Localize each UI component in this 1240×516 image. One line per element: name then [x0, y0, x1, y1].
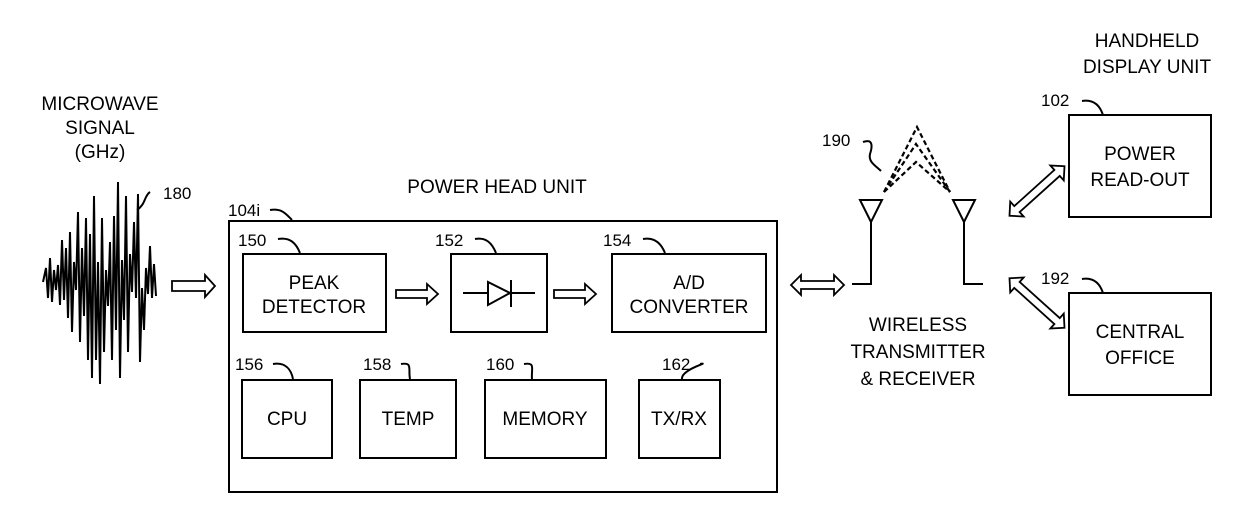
memory-label: MEMORY	[502, 409, 587, 430]
arrow-signal-to-head	[171, 272, 217, 300]
ref-152: 152	[435, 231, 463, 250]
ref-156: 156	[235, 355, 263, 374]
wireless-signal-icon	[883, 124, 951, 193]
ad-converter-line-1: A/D	[673, 273, 705, 294]
wireless-title-line-3: & RECEIVER	[860, 369, 975, 390]
microwave-waveform-icon	[42, 181, 157, 385]
microwave-signal-group: MICROWAVE SIGNAL (GHz) 180	[41, 94, 191, 385]
handheld-display-group: HANDHELD DISPLAY UNIT 102 POWER READ-OUT	[1041, 31, 1212, 218]
antenna-icon-left	[852, 199, 884, 285]
central-office-line-2: OFFICE	[1105, 348, 1175, 369]
wireless-title-line-1: WIRELESS	[869, 315, 967, 336]
handheld-title-line-1: HANDHELD	[1095, 31, 1200, 52]
power-readout-line-2: READ-OUT	[1090, 170, 1190, 191]
signal-title-line-3: (GHz)	[75, 142, 126, 163]
ref-leader-104i	[269, 208, 293, 221]
ref-150: 150	[238, 231, 266, 250]
cpu-label: CPU	[267, 409, 307, 430]
wireless-group: 190 WIRELESS TRANSMITTER & RECEIVER	[822, 124, 986, 390]
double-arrow-head-to-wireless	[789, 272, 846, 298]
power-head-unit: POWER HEAD UNIT 104i 150 PEAK DETECTOR 1…	[228, 177, 778, 493]
ref-104i: 104i	[228, 201, 260, 220]
ref-102: 102	[1041, 91, 1069, 110]
central-office-line-1: CENTRAL	[1096, 322, 1185, 343]
central-office-group: 192 CENTRAL OFFICE	[1041, 269, 1212, 396]
ref-192: 192	[1041, 269, 1069, 288]
temp-label: TEMP	[382, 409, 435, 430]
signal-title-line-2: SIGNAL	[65, 118, 135, 139]
ref-158: 158	[363, 355, 391, 374]
ref-leader-192	[1081, 277, 1104, 294]
power-readout-line-1: POWER	[1104, 144, 1176, 165]
block-diagram: MICROWAVE SIGNAL (GHz) 180 POWER HEAD UN…	[41, 31, 1212, 493]
ad-converter-line-2: CONVERTER	[630, 297, 749, 318]
power-head-title: POWER HEAD UNIT	[407, 177, 587, 198]
central-office-block	[1068, 292, 1212, 396]
ref-leader-190	[862, 140, 882, 172]
ref-180: 180	[163, 184, 191, 203]
handheld-title-line-2: DISPLAY UNIT	[1083, 57, 1212, 78]
double-arrow-wireless-to-readout	[1008, 164, 1066, 218]
ref-160: 160	[486, 355, 514, 374]
peak-detector-line-2: DETECTOR	[262, 297, 366, 318]
ref-190: 190	[822, 131, 850, 150]
ref-154: 154	[603, 231, 631, 250]
txrx-label: TX/RX	[651, 409, 707, 430]
power-readout-block	[1068, 114, 1212, 218]
wireless-title-line-2: TRANSMITTER	[850, 342, 985, 363]
antenna-icon-right	[951, 199, 983, 285]
signal-title-line-1: MICROWAVE	[41, 94, 158, 115]
peak-detector-line-1: PEAK	[289, 273, 340, 294]
ref-leader-102	[1081, 99, 1104, 116]
